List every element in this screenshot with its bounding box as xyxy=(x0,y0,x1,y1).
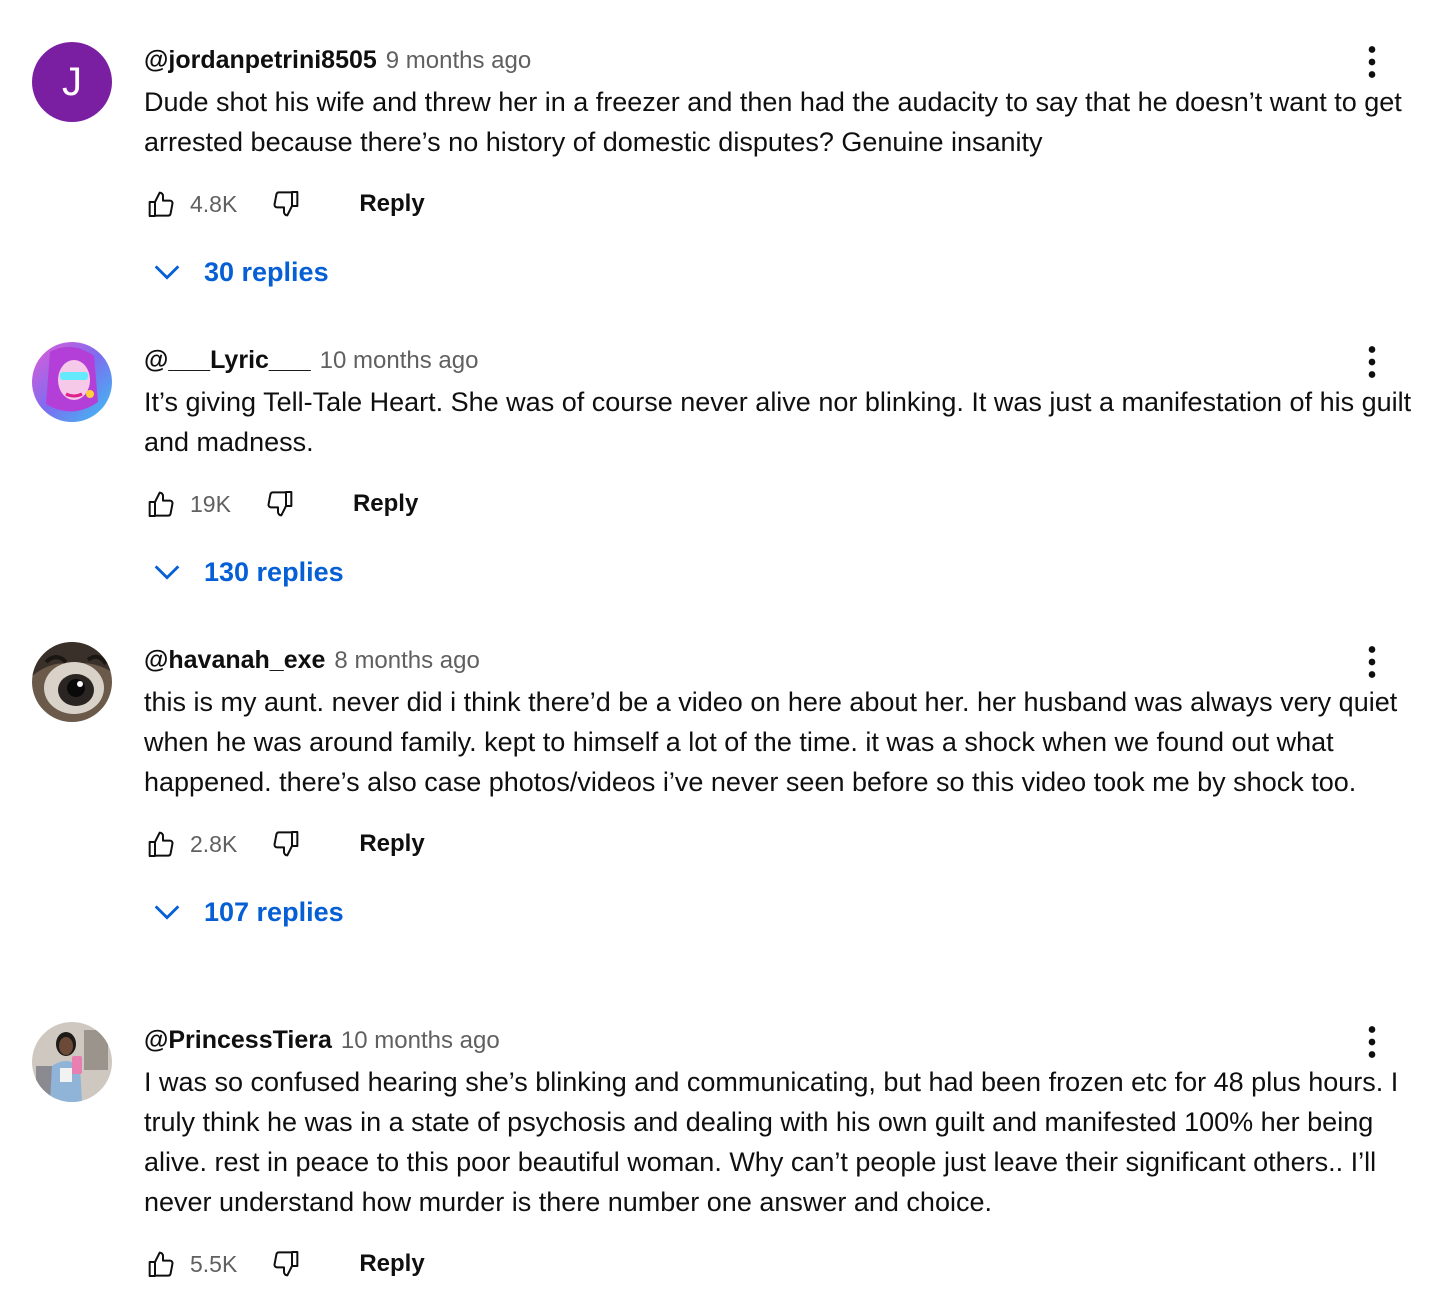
replies-label: 130 replies xyxy=(204,556,344,587)
avatar[interactable] xyxy=(32,1022,112,1102)
comment-body: @PrincessTiera 10 months ago I was so co… xyxy=(144,1022,1414,1284)
avatar-image xyxy=(32,1022,112,1102)
avatar[interactable] xyxy=(32,642,112,722)
thumb-down-icon xyxy=(267,491,293,517)
more-actions-button[interactable] xyxy=(1352,1022,1392,1062)
avatar-image xyxy=(32,342,112,422)
view-replies-button[interactable]: 30 replies xyxy=(144,252,1414,292)
chevron-down-icon xyxy=(154,905,180,920)
comment-header: @___Lyric___ 10 months ago xyxy=(144,342,1414,382)
comment-body: @havanah_exe 8 months ago this is my aun… xyxy=(144,642,1414,932)
more-actions-button[interactable] xyxy=(1352,342,1392,382)
reply-button[interactable]: Reply xyxy=(359,830,424,858)
comment-text: this is my aunt. never did i think there… xyxy=(144,687,1398,797)
chevron-down-icon xyxy=(154,265,180,280)
like-button[interactable] xyxy=(144,827,178,861)
comment-text: Dude shot his wife and threw her in a fr… xyxy=(144,87,1402,157)
replies-label: 107 replies xyxy=(204,896,344,927)
dislike-button[interactable] xyxy=(269,187,303,221)
more-vert-icon xyxy=(1368,346,1376,378)
view-replies-button[interactable]: 107 replies xyxy=(144,892,1414,932)
more-actions-button[interactable] xyxy=(1352,42,1392,82)
comment-actions: 2.8K Reply xyxy=(144,824,1414,864)
comment-author[interactable]: @jordanpetrini8505 xyxy=(144,46,377,75)
like-button[interactable] xyxy=(144,187,178,221)
reply-button[interactable]: Reply xyxy=(353,490,418,518)
thumb-up-icon xyxy=(148,191,174,217)
reply-button[interactable]: Reply xyxy=(359,190,424,218)
thumb-down-icon xyxy=(273,831,299,857)
comment-body: @___Lyric___ 10 months ago It’s giving T… xyxy=(144,342,1414,592)
comment-author[interactable]: @havanah_exe xyxy=(144,646,325,675)
comment-actions: 5.5K Reply xyxy=(144,1244,1414,1284)
comment-actions: 4.8K Reply xyxy=(144,184,1414,224)
replies-label: 30 replies xyxy=(204,256,329,287)
thumb-down-icon xyxy=(273,191,299,217)
more-actions-button[interactable] xyxy=(1352,642,1392,682)
comment-body: @jordanpetrini8505 9 months ago Dude sho… xyxy=(144,42,1414,292)
comment-header: @jordanpetrini8505 9 months ago xyxy=(144,42,1414,82)
avatar-letter: J xyxy=(62,59,82,104)
thumb-up-icon xyxy=(148,1251,174,1277)
comment-author[interactable]: @___Lyric___ xyxy=(144,346,311,375)
comment-author[interactable]: @PrincessTiera xyxy=(144,1026,332,1055)
avatar[interactable]: J xyxy=(32,42,112,122)
avatar[interactable] xyxy=(32,342,112,422)
thumb-up-icon xyxy=(148,831,174,857)
like-button[interactable] xyxy=(144,1247,178,1281)
comment-actions: 19K Reply xyxy=(144,484,1414,524)
more-vert-icon xyxy=(1368,46,1376,78)
comment-text: I was so confused hearing she’s blinking… xyxy=(144,1067,1399,1217)
view-replies-button[interactable]: 130 replies xyxy=(144,552,1414,592)
comment-time[interactable]: 10 months ago xyxy=(341,1027,500,1055)
like-count: 2.8K xyxy=(190,830,238,857)
dislike-button[interactable] xyxy=(269,1247,303,1281)
dislike-button[interactable] xyxy=(263,487,297,521)
more-vert-icon xyxy=(1368,646,1376,678)
like-count: 19K xyxy=(190,490,231,517)
comment-time[interactable]: 9 months ago xyxy=(386,47,531,75)
avatar-image xyxy=(32,642,112,722)
thumb-up-icon xyxy=(148,491,174,517)
comment-time[interactable]: 10 months ago xyxy=(320,347,479,375)
comment-text: It’s giving Tell-Tale Heart. She was of … xyxy=(144,387,1412,457)
comment-time[interactable]: 8 months ago xyxy=(334,647,479,675)
chevron-down-icon xyxy=(154,565,180,580)
like-count: 4.8K xyxy=(190,190,238,217)
comment-header: @PrincessTiera 10 months ago xyxy=(144,1022,1414,1062)
like-button[interactable] xyxy=(144,487,178,521)
more-vert-icon xyxy=(1368,1026,1376,1058)
reply-button[interactable]: Reply xyxy=(359,1250,424,1278)
like-count: 5.5K xyxy=(190,1250,238,1277)
dislike-button[interactable] xyxy=(269,827,303,861)
comment-header: @havanah_exe 8 months ago xyxy=(144,642,1414,682)
thumb-down-icon xyxy=(273,1251,299,1277)
